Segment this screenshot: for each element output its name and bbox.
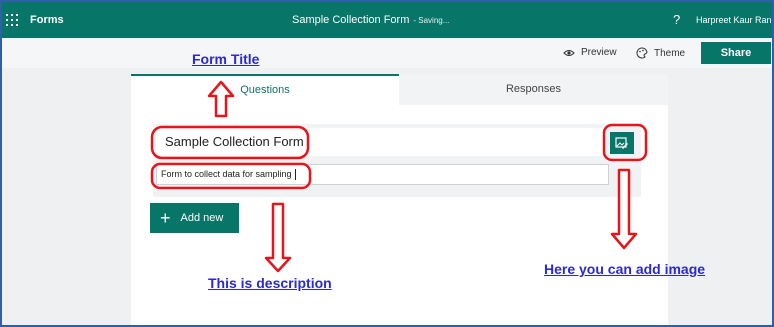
annotation-form-title: Form Title <box>192 51 260 67</box>
eye-icon <box>563 49 575 56</box>
palette-icon <box>636 47 648 59</box>
form-header-section: Sample Collection Form Form to collect d… <box>153 124 641 197</box>
app-launcher-icon[interactable] <box>6 14 18 26</box>
plus-icon: + <box>160 208 171 228</box>
document-title: Sample Collection Form - Saving... <box>292 14 449 26</box>
add-new-button[interactable]: + Add new <box>150 203 239 233</box>
image-edit-icon <box>615 136 628 149</box>
preview-label: Preview <box>581 47 617 58</box>
theme-label: Theme <box>654 47 686 59</box>
command-bar: Preview Theme Share <box>2 38 772 68</box>
form-description-input[interactable]: Form to collect data for sampling <box>156 164 609 185</box>
form-title-input[interactable]: Sample Collection Form <box>156 128 606 156</box>
saving-status: - Saving... <box>413 16 450 25</box>
help-icon[interactable]: ? <box>673 12 680 27</box>
theme-button[interactable]: Theme <box>636 47 685 59</box>
text-cursor <box>294 169 296 181</box>
document-title-text: Sample Collection Form <box>292 14 410 26</box>
share-button[interactable]: Share <box>701 42 771 64</box>
insert-image-button[interactable] <box>610 132 634 154</box>
annotation-image: Here you can add image <box>544 261 706 277</box>
preview-button[interactable]: Preview <box>563 47 617 58</box>
annotation-description: This is description <box>208 275 332 291</box>
add-new-label: Add new <box>180 212 224 224</box>
app-header: Forms Sample Collection Form - Saving... … <box>2 2 772 38</box>
screenshot-frame: Forms Sample Collection Form - Saving... … <box>0 0 774 327</box>
user-name[interactable]: Harpreet Kaur Ran... <box>696 15 772 25</box>
app-name[interactable]: Forms <box>30 14 64 26</box>
form-description-text: Form to collect data for sampling <box>161 169 292 179</box>
tab-responses[interactable]: Responses <box>399 74 668 105</box>
tab-questions[interactable]: Questions <box>131 74 399 105</box>
